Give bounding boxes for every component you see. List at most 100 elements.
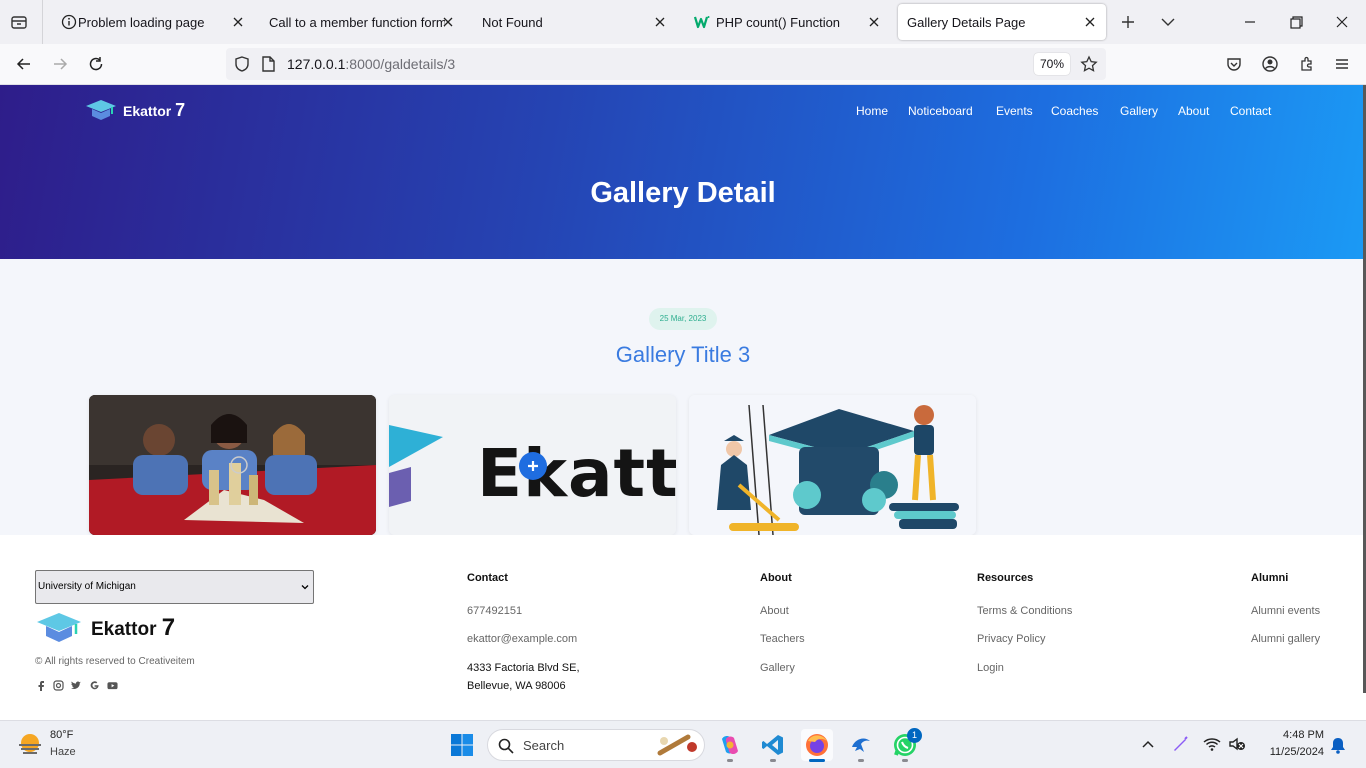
tab-problem-loading[interactable]: Problem loading page	[48, 4, 254, 40]
star-icon[interactable]	[1079, 54, 1099, 74]
gallery-title: Gallery Title 3	[615, 342, 751, 367]
menu-icon[interactable]	[1332, 54, 1352, 74]
search-icon	[498, 738, 514, 754]
pen-icon[interactable]	[1171, 735, 1189, 753]
taskbar-dolphin[interactable]	[845, 729, 877, 761]
account-icon[interactable]	[1260, 54, 1280, 74]
footer-link-alumni-gallery[interactable]: Alumni gallery	[1251, 633, 1320, 645]
nav-coaches[interactable]: Coaches	[1051, 104, 1098, 118]
contact-email[interactable]: ekattor@example.com	[467, 633, 577, 645]
social-links	[35, 680, 118, 691]
tab-title: Gallery Details Page	[907, 15, 1026, 30]
forward-icon[interactable]	[50, 54, 70, 74]
pocket-icon[interactable]	[1224, 54, 1244, 74]
taskbar-search[interactable]: Search	[487, 729, 705, 761]
close-icon[interactable]	[1082, 14, 1098, 30]
footer-link-alumni-events[interactable]: Alumni events	[1251, 605, 1320, 617]
contact-phone[interactable]: 677492151	[467, 605, 522, 617]
search-placeholder: Search	[523, 738, 565, 753]
gallery-image-1[interactable]	[89, 395, 376, 535]
running-indicator	[902, 759, 908, 762]
address-bar[interactable]: 127.0.0.1:8000/galdetails/3 70%	[226, 48, 1106, 80]
chevron-up-icon[interactable]	[1140, 737, 1156, 753]
twitter-icon[interactable]	[71, 680, 82, 691]
running-indicator	[727, 759, 733, 762]
instagram-icon[interactable]	[53, 680, 64, 691]
weather-temp[interactable]: 80°F	[50, 729, 73, 741]
zoom-overlay-button[interactable]	[519, 452, 547, 480]
url-text[interactable]: 127.0.0.1:8000/galdetails/3	[287, 56, 455, 72]
nav-noticeboard[interactable]: Noticeboard	[908, 104, 973, 118]
taskbar-firefox[interactable]	[801, 729, 833, 761]
page-icon[interactable]	[258, 54, 278, 74]
footer-link-about[interactable]: About	[760, 605, 789, 617]
tab-list-icon[interactable]	[9, 12, 29, 32]
nav-about[interactable]: About	[1178, 104, 1209, 118]
minimize-icon[interactable]	[1240, 12, 1260, 32]
clock-time[interactable]: 4:48 PM	[1276, 729, 1324, 741]
google-icon[interactable]	[89, 680, 100, 691]
reload-icon[interactable]	[86, 54, 106, 74]
web-page: Ekattor 7 Home Noticeboard Events Coache…	[0, 85, 1366, 720]
wifi-icon[interactable]	[1203, 736, 1221, 752]
firefox-icon	[806, 734, 828, 756]
footer-link-privacy[interactable]: Privacy Policy	[977, 633, 1045, 645]
close-icon[interactable]	[440, 14, 456, 30]
weather-desc[interactable]: Haze	[50, 746, 76, 758]
window-close-icon[interactable]	[1332, 12, 1352, 32]
shield-icon[interactable]	[232, 54, 252, 74]
university-select[interactable]: University of Michigan	[35, 570, 314, 604]
nav-contact[interactable]: Contact	[1230, 104, 1271, 118]
back-icon[interactable]	[14, 54, 34, 74]
start-button[interactable]	[446, 729, 478, 761]
facebook-icon[interactable]	[35, 680, 46, 691]
new-tab-icon[interactable]	[1118, 12, 1138, 32]
site-footer: University of Michigan Ekattor 7 © All r…	[0, 535, 1366, 720]
footer-link-login[interactable]: Login	[977, 662, 1004, 674]
contact-heading: Contact	[467, 572, 508, 584]
contact-address-line2: Bellevue, WA 98006	[467, 680, 566, 692]
gallery-image-2[interactable]: Ekatto	[389, 395, 676, 535]
chevron-down-icon[interactable]	[1158, 12, 1178, 32]
browser-nav-bar: 127.0.0.1:8000/galdetails/3 70%	[0, 44, 1366, 85]
gallery-image-3[interactable]	[689, 395, 976, 535]
youtube-icon[interactable]	[107, 680, 118, 691]
site-logo[interactable]: Ekattor 7	[85, 99, 185, 121]
tab-gallery-details[interactable]: Gallery Details Page	[898, 4, 1106, 40]
tab-title: Problem loading page	[78, 15, 205, 30]
zoom-level[interactable]: 70%	[1034, 53, 1070, 75]
nav-gallery[interactable]: Gallery	[1120, 104, 1158, 118]
tab-php-count[interactable]: PHP count() Function	[684, 4, 890, 40]
brand-number: 7	[175, 99, 186, 120]
tab-member-function[interactable]: Call to a member function forma	[258, 4, 464, 40]
weather-widget[interactable]	[16, 731, 44, 759]
taskbar-vscode[interactable]	[757, 729, 789, 761]
nav-home[interactable]: Home	[856, 104, 888, 118]
browser-tab-strip: Problem loading page Call to a member fu…	[0, 0, 1366, 44]
haze-icon	[19, 734, 41, 754]
tab-not-found[interactable]: Not Found	[470, 4, 676, 40]
close-icon[interactable]	[652, 14, 668, 30]
footer-logo[interactable]: Ekattor 7	[36, 612, 175, 644]
footer-brand-word: Ekattor	[91, 619, 157, 640]
brand-word: Ekattor	[123, 102, 172, 119]
taskbar-whatsapp[interactable]: 1	[889, 728, 922, 761]
footer-link-teachers[interactable]: Teachers	[760, 633, 805, 645]
volume-muted-icon[interactable]	[1228, 736, 1246, 752]
copyright-text: © All rights reserved to Creativeitem	[35, 656, 195, 667]
page-title: Gallery Detail	[590, 177, 776, 209]
notification-bell-icon[interactable]	[1330, 736, 1346, 754]
footer-link-terms[interactable]: Terms & Conditions	[977, 605, 1072, 617]
footer-link-gallery[interactable]: Gallery	[760, 662, 795, 674]
nav-events[interactable]: Events	[996, 104, 1033, 118]
restore-icon[interactable]	[1286, 12, 1306, 32]
close-icon[interactable]	[230, 14, 246, 30]
tab-title: Call to a member function forma	[269, 15, 445, 30]
notification-badge: 1	[907, 728, 922, 743]
plus-icon	[528, 461, 538, 471]
running-indicator	[770, 759, 776, 762]
clock-date[interactable]: 11/25/2024	[1254, 746, 1324, 758]
close-icon[interactable]	[866, 14, 882, 30]
extensions-icon[interactable]	[1296, 54, 1316, 74]
taskbar-copilot[interactable]	[714, 729, 746, 761]
